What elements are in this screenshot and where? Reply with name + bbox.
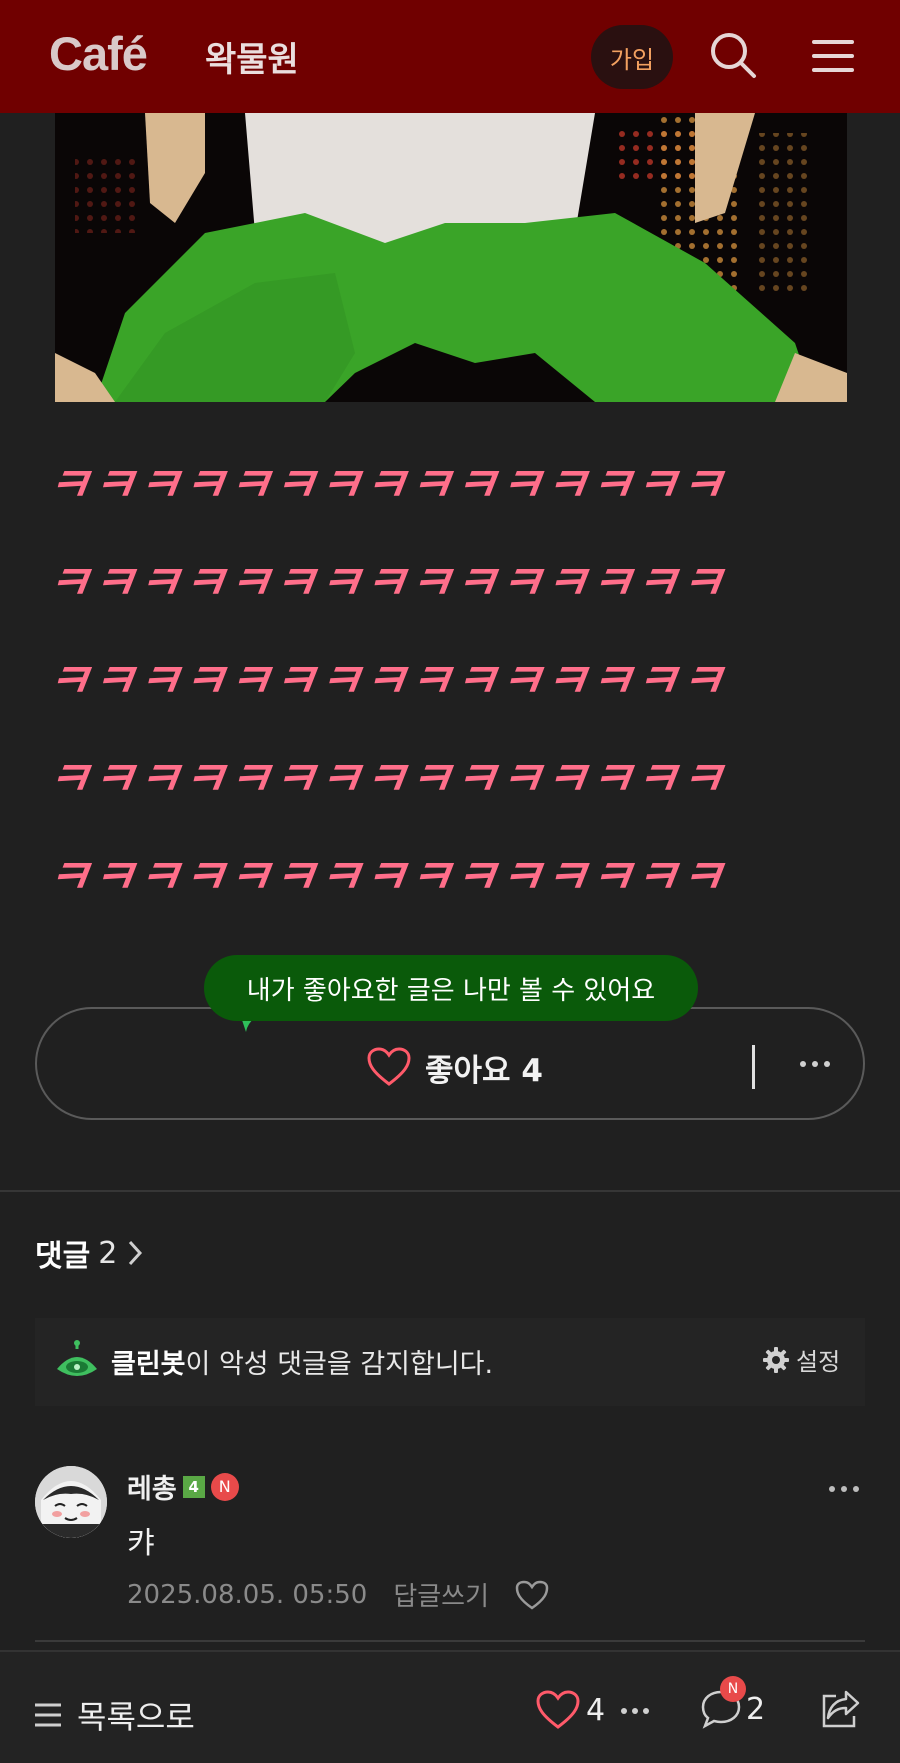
- list-icon: [35, 1703, 61, 1727]
- join-button[interactable]: 가입: [591, 25, 673, 89]
- list-label: 목록으로: [77, 1698, 195, 1736]
- post-text-line: ㅋㅋㅋㅋㅋㅋㅋㅋㅋㅋㅋㅋㅋㅋㅋ: [42, 458, 730, 513]
- like-button[interactable]: 좋아요 4: [367, 1047, 543, 1089]
- search-button[interactable]: [708, 30, 758, 80]
- cleanbot-name: 클린봇: [111, 1349, 186, 1380]
- section-divider: [0, 1190, 900, 1192]
- comment-more-icon[interactable]: [827, 1483, 861, 1495]
- bottom-bar: 목록으로 4 N 2: [0, 1650, 900, 1763]
- top-bar: Café 왁물원 가입: [0, 0, 900, 113]
- comment-divider: [35, 1640, 865, 1642]
- cleanbot-icon: [57, 1340, 97, 1376]
- bottom-like-button[interactable]: 4: [536, 1690, 605, 1730]
- gear-icon: [763, 1346, 789, 1373]
- like-privacy-tooltip: 내가 좋아요한 글은 나만 볼 수 있어요: [204, 955, 698, 1021]
- comments-title: 댓글: [35, 1239, 91, 1274]
- cafe-logo[interactable]: Café: [49, 26, 148, 81]
- comments-header[interactable]: 댓글 2: [35, 1231, 145, 1275]
- post-text-line: ㅋㅋㅋㅋㅋㅋㅋㅋㅋㅋㅋㅋㅋㅋㅋ: [42, 850, 730, 905]
- comment-meta: 2025.08.05. 05:50 답글쓰기: [127, 1576, 549, 1613]
- avatar-image: [35, 1466, 107, 1538]
- cafe-name[interactable]: 왁물원: [205, 32, 299, 81]
- new-badge: N: [210, 1472, 239, 1501]
- back-to-list-button[interactable]: 목록으로: [33, 1692, 195, 1738]
- reply-button[interactable]: 답글쓰기: [393, 1576, 489, 1613]
- comments-count: 2: [98, 1235, 118, 1271]
- comment-icon-wrap: N: [700, 1676, 746, 1730]
- cleanbot-notice: 클린봇이 악성 댓글을 감지합니다. 설정: [35, 1318, 865, 1406]
- post-text-line: ㅋㅋㅋㅋㅋㅋㅋㅋㅋㅋㅋㅋㅋㅋㅋ: [42, 556, 730, 611]
- more-icon[interactable]: [795, 1049, 835, 1079]
- post-text-line: ㅋㅋㅋㅋㅋㅋㅋㅋㅋㅋㅋㅋㅋㅋㅋ: [42, 752, 730, 807]
- bottom-comment-count: 2: [746, 1691, 766, 1727]
- comment-item: 레총 4 N 캬 2025.08.05. 05:50 답글쓰기: [35, 1463, 865, 1643]
- post-image-graphic: [55, 113, 847, 402]
- level-badge: 4: [182, 1475, 205, 1498]
- heart-icon: [536, 1690, 580, 1729]
- bottom-comment-button[interactable]: N 2: [700, 1676, 766, 1730]
- comment-text: 캬: [127, 1526, 155, 1561]
- comment-heart-icon[interactable]: [515, 1580, 549, 1610]
- divider: [752, 1045, 755, 1089]
- cleanbot-message: 이 악성 댓글을 감지합니다.: [185, 1349, 494, 1380]
- post-image[interactable]: [55, 113, 847, 402]
- comment-date: 2025.08.05. 05:50: [127, 1579, 368, 1610]
- new-badge: N: [720, 1676, 746, 1702]
- settings-label: 설정: [796, 1348, 841, 1376]
- comment-author[interactable]: 레총: [127, 1467, 177, 1506]
- like-label: 좋아요 4: [425, 1052, 543, 1089]
- post-text-line: ㅋㅋㅋㅋㅋㅋㅋㅋㅋㅋㅋㅋㅋㅋㅋ: [42, 654, 730, 709]
- like-bar: 좋아요 4: [35, 1007, 865, 1120]
- chevron-right-icon: [129, 1240, 143, 1266]
- share-icon[interactable]: [818, 1688, 860, 1730]
- comment-author-row: 레총 4 N: [127, 1467, 239, 1506]
- cleanbot-text: 클린봇이 악성 댓글을 감지합니다.: [111, 1342, 493, 1381]
- cleanbot-settings-button[interactable]: 설정: [762, 1342, 840, 1377]
- menu-button[interactable]: [812, 36, 854, 76]
- bottom-like-count: 4: [586, 1692, 606, 1728]
- bottom-more-icon[interactable]: [620, 1706, 650, 1716]
- search-icon: [711, 33, 756, 78]
- heart-icon: [367, 1047, 411, 1086]
- post-body: ㅋㅋㅋㅋㅋㅋㅋㅋㅋㅋㅋㅋㅋㅋㅋ ㅋㅋㅋㅋㅋㅋㅋㅋㅋㅋㅋㅋㅋㅋㅋ ㅋㅋㅋㅋㅋㅋㅋㅋ…: [43, 456, 864, 946]
- avatar[interactable]: [35, 1466, 107, 1538]
- hamburger-icon: [812, 40, 854, 72]
